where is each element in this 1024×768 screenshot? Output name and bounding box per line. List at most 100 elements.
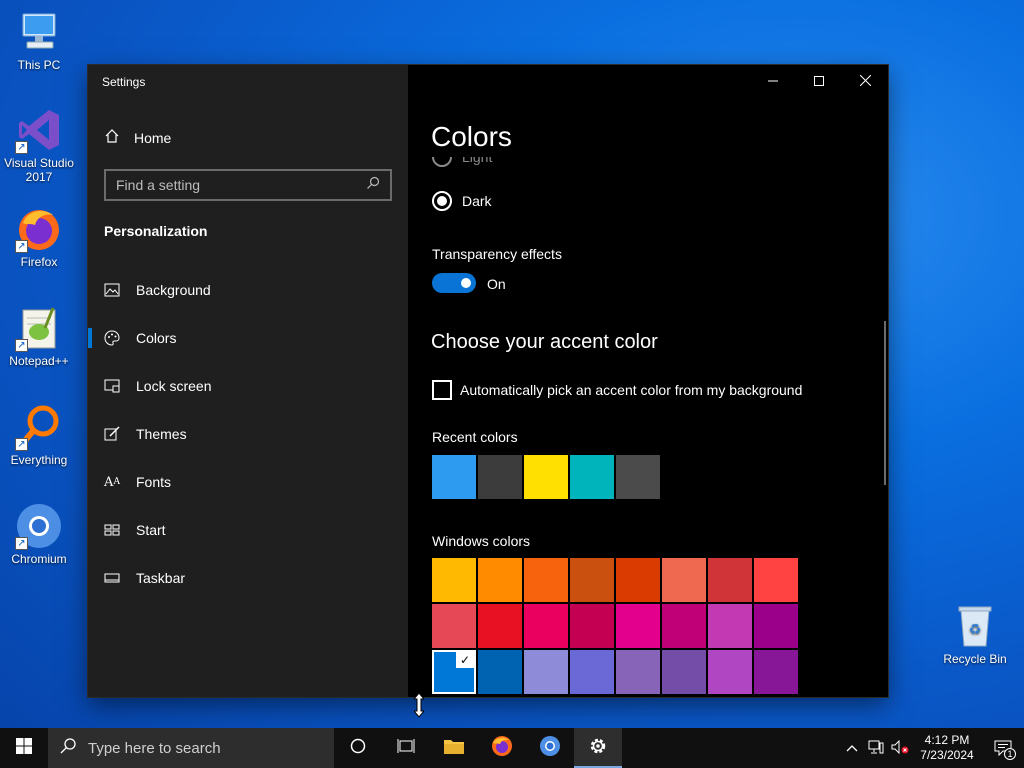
desktop-icon-recycle-bin[interactable]: ♻ Recycle Bin	[937, 602, 1013, 666]
maximize-button[interactable]	[796, 65, 842, 97]
nav-item-background[interactable]: Background	[88, 270, 408, 310]
transparency-label: Transparency effects	[432, 246, 562, 262]
recent-color-swatch[interactable]	[570, 455, 614, 499]
colors-content-pane: Colors Light Dark Transparency effects O…	[408, 65, 888, 697]
windows-color-swatch[interactable]	[524, 650, 568, 694]
notification-icon: 1	[994, 740, 1016, 760]
desktop-icon-firefox[interactable]: ↗ Firefox	[1, 205, 77, 269]
clock[interactable]: 4:12 PM 7/23/2024	[912, 733, 982, 763]
transparency-toggle[interactable]	[432, 273, 476, 293]
windows-color-swatch[interactable]	[754, 558, 798, 602]
desktop-icon-label: Visual Studio 2017	[4, 156, 74, 184]
volume-button[interactable]	[888, 728, 912, 768]
radio-light-circle[interactable]	[432, 157, 452, 167]
content-scrollbar[interactable]	[884, 321, 886, 485]
nav-item-themes[interactable]: Themes	[88, 414, 408, 454]
close-button[interactable]	[842, 65, 888, 97]
palette-icon	[104, 330, 120, 346]
windows-color-swatch[interactable]: ✓	[432, 650, 476, 694]
radio-dark[interactable]: Dark	[432, 191, 492, 211]
minimize-button[interactable]	[750, 65, 796, 97]
taskbar-settings[interactable]	[574, 728, 622, 768]
desktop-icon-everything[interactable]: ↗ Everything	[1, 403, 77, 467]
windows-color-swatch[interactable]	[478, 604, 522, 648]
windows-color-swatch[interactable]	[754, 604, 798, 648]
shortcut-arrow-icon: ↗	[15, 537, 28, 550]
taskbar: Type here to search 4:12 PM 7/23/2024 1	[0, 728, 1024, 768]
windows-color-swatch[interactable]	[570, 650, 614, 694]
nav-item-fonts[interactable]: AA Fonts	[88, 462, 408, 502]
task-view-icon	[397, 738, 415, 759]
find-setting-search[interactable]	[104, 169, 392, 201]
taskbar-file-explorer[interactable]	[430, 728, 478, 768]
auto-pick-accent-checkbox[interactable]	[432, 380, 452, 400]
desktop-icon-chromium[interactable]: ↗ Chromium	[1, 502, 77, 566]
nav-item-lock-screen[interactable]: Lock screen	[88, 366, 408, 406]
windows-colors-label: Windows colors	[432, 533, 531, 549]
firefox-icon	[491, 735, 513, 762]
chromium-icon: ↗	[15, 502, 63, 550]
shortcut-arrow-icon: ↗	[15, 240, 28, 253]
windows-color-swatch[interactable]	[662, 650, 706, 694]
taskbar-search-box[interactable]: Type here to search	[48, 728, 334, 768]
notification-count-badge: 1	[1004, 748, 1016, 760]
close-icon	[859, 73, 871, 89]
recent-color-swatch[interactable]	[432, 455, 476, 499]
chromium-icon	[539, 735, 561, 762]
vertical-resize-cursor-icon	[412, 692, 426, 718]
taskbar-firefox[interactable]	[478, 728, 526, 768]
windows-color-swatch[interactable]	[478, 558, 522, 602]
windows-color-swatch[interactable]	[708, 604, 752, 648]
network-button[interactable]	[864, 728, 888, 768]
fonts-icon: AA	[104, 474, 120, 490]
nav-item-label: Themes	[136, 426, 187, 442]
windows-color-swatch[interactable]	[708, 650, 752, 694]
windows-color-swatch[interactable]	[478, 650, 522, 694]
action-center-button[interactable]: 1	[982, 728, 1024, 768]
radio-dark-label: Dark	[462, 193, 492, 209]
nav-item-label: Fonts	[136, 474, 172, 490]
windows-color-swatch[interactable]	[616, 558, 660, 602]
auto-pick-accent-label: Automatically pick an accent color from …	[460, 382, 803, 398]
desktop-icon-visual-studio[interactable]: ↗ Visual Studio 2017	[1, 106, 77, 184]
windows-color-swatch[interactable]	[754, 650, 798, 694]
nav-item-taskbar[interactable]: Taskbar	[88, 558, 408, 598]
recycle-bin-icon: ♻	[951, 602, 999, 650]
desktop-icon-notepadpp[interactable]: ↗ Notepad++	[1, 304, 77, 368]
radio-light-label: Light	[462, 157, 493, 165]
windows-color-swatch[interactable]	[616, 604, 660, 648]
windows-color-swatch[interactable]	[524, 604, 568, 648]
transparency-state: On	[487, 276, 506, 292]
windows-color-swatch[interactable]	[616, 650, 660, 694]
windows-color-swatch[interactable]	[708, 558, 752, 602]
desktop-icon-label: Chromium	[11, 552, 67, 566]
recent-color-swatch[interactable]	[478, 455, 522, 499]
show-hidden-icons-button[interactable]	[840, 728, 864, 768]
nav-item-colors[interactable]: Colors	[88, 318, 408, 358]
windows-color-swatch[interactable]	[662, 604, 706, 648]
taskbar-chromium[interactable]	[526, 728, 574, 768]
radio-dark-circle[interactable]	[432, 191, 452, 211]
windows-color-swatch[interactable]	[662, 558, 706, 602]
windows-color-swatch[interactable]	[570, 604, 614, 648]
find-setting-input[interactable]	[116, 177, 366, 193]
recent-color-swatch[interactable]	[524, 455, 568, 499]
windows-color-swatch[interactable]	[432, 558, 476, 602]
shortcut-arrow-icon: ↗	[15, 438, 28, 451]
nav-home-link[interactable]: Home	[104, 128, 171, 147]
picture-icon	[104, 282, 120, 298]
start-button[interactable]	[0, 728, 48, 768]
desktop-icon-this-pc[interactable]: This PC	[1, 8, 77, 72]
cortana-button[interactable]	[334, 728, 382, 768]
radio-light[interactable]: Light	[432, 157, 492, 167]
windows-color-swatch[interactable]	[432, 604, 476, 648]
nav-home-label: Home	[134, 129, 172, 146]
auto-pick-accent-row[interactable]: Automatically pick an accent color from …	[432, 380, 802, 400]
recent-color-swatch[interactable]	[616, 455, 660, 499]
nav-item-start[interactable]: Start	[88, 510, 408, 550]
windows-color-swatch[interactable]	[524, 558, 568, 602]
network-icon	[868, 740, 884, 757]
task-view-button[interactable]	[382, 728, 430, 768]
windows-color-swatch[interactable]	[570, 558, 614, 602]
desktop-icon-label: Recycle Bin	[943, 652, 1007, 666]
